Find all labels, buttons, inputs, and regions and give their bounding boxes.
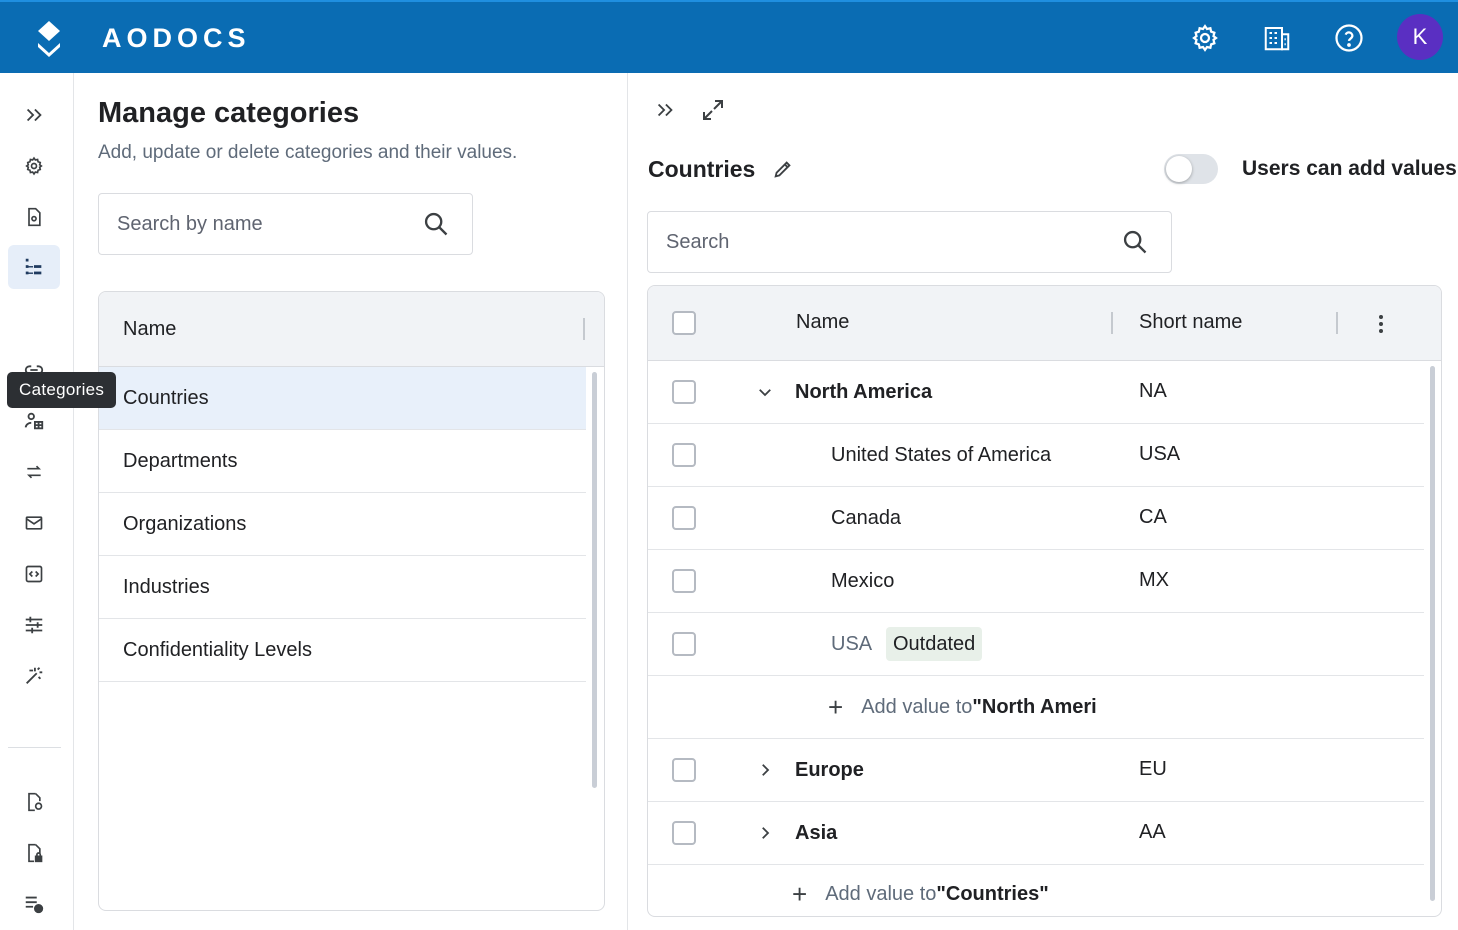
users-can-add-values-toggle[interactable] (1164, 154, 1218, 184)
value-name: Canada (831, 507, 902, 529)
row-checkbox[interactable] (672, 632, 696, 656)
expand-rail-icon[interactable] (8, 93, 60, 137)
rail-divider (8, 747, 61, 748)
value-short-name: EU (1139, 758, 1167, 780)
toggle-label: Users can add values (1242, 157, 1457, 180)
chevron-down-icon[interactable] (752, 379, 778, 405)
values-scrollbar[interactable] (1430, 366, 1435, 901)
category-search-field[interactable] (98, 193, 473, 255)
row-checkbox[interactable] (672, 569, 696, 593)
document-sync-icon[interactable] (8, 780, 60, 824)
category-row-organizations[interactable]: Organizations (99, 493, 586, 556)
sliders-icon[interactable] (8, 603, 60, 647)
categories-table-header: Name (99, 292, 604, 367)
category-title: Countries (648, 156, 756, 182)
add-value-target: "North Ameri (972, 695, 1097, 718)
page-subtitle: Add, update or delete categories and the… (98, 142, 518, 163)
value-name: North America (795, 381, 933, 403)
value-name: USA (831, 633, 873, 655)
value-row-asia[interactable]: Asia AA (648, 802, 1424, 865)
value-name: United States of America (831, 444, 1052, 466)
building-icon[interactable] (1261, 22, 1293, 54)
value-short-name: MX (1139, 569, 1169, 591)
column-resize-handle[interactable] (1336, 312, 1338, 334)
categories-scrollbar[interactable] (592, 372, 597, 788)
settings-icon[interactable] (8, 144, 60, 188)
value-row-canada[interactable]: Canada CA (648, 487, 1424, 550)
value-short-name: CA (1139, 506, 1167, 528)
add-value-countries-button[interactable]: + Add value to "Countries" (792, 874, 1049, 914)
list-clock-icon[interactable] (8, 882, 60, 926)
row-checkbox[interactable] (672, 758, 696, 782)
category-row-confidentiality-levels[interactable]: Confidentiality Levels (99, 619, 586, 682)
categories-tooltip: Categories (7, 372, 117, 408)
outdated-badge: Outdated (886, 627, 983, 661)
value-search-input[interactable] (666, 230, 946, 254)
edit-pencil-icon[interactable] (769, 155, 797, 183)
toggle-knob (1166, 156, 1192, 182)
aodocs-logo-icon[interactable] (34, 19, 64, 59)
page-title: Manage categories (98, 97, 360, 129)
categories-icon[interactable] (8, 245, 60, 289)
category-row-countries[interactable]: Countries (99, 367, 586, 430)
document-lock-icon[interactable] (8, 831, 60, 875)
brand-name: AODOCS (102, 23, 251, 53)
add-value-north-america-button[interactable]: + Add value to "North Ameri (828, 687, 1115, 727)
row-checkbox[interactable] (672, 506, 696, 530)
value-name: Europe (795, 759, 864, 781)
value-row-usa[interactable]: United States of America USA (648, 424, 1424, 487)
row-checkbox[interactable] (672, 821, 696, 845)
column-resize-handle[interactable] (583, 318, 585, 340)
left-navigation-rail: Categories (0, 73, 117, 930)
categories-panel: Manage categories Add, update or delete … (74, 73, 628, 930)
collapse-panel-icon[interactable] (650, 95, 680, 125)
mail-icon[interactable] (8, 501, 60, 545)
row-checkbox[interactable] (672, 380, 696, 404)
chevron-right-icon[interactable] (752, 757, 778, 783)
values-table-header: Name Short name (648, 286, 1441, 361)
plus-icon: + (792, 878, 808, 909)
expand-fullscreen-icon[interactable] (698, 95, 728, 125)
categories-table: Name Countries Departments Organizations… (98, 291, 605, 911)
category-detail-panel: Countries Users can add values Name Shor… (629, 73, 1458, 930)
add-value-row-north-america: + Add value to "North Ameri (648, 676, 1424, 739)
select-all-checkbox[interactable] (672, 311, 696, 335)
category-row-departments[interactable]: Departments (99, 430, 586, 493)
plus-icon: + (828, 691, 844, 722)
magic-wand-icon[interactable] (8, 654, 60, 698)
values-table: Name Short name North America NA United … (647, 285, 1442, 917)
add-value-prefix: Add value to (861, 695, 973, 718)
gear-icon[interactable] (1189, 22, 1221, 54)
category-search-input[interactable] (117, 212, 397, 236)
search-icon[interactable] (1121, 228, 1149, 261)
document-settings-icon[interactable] (8, 195, 60, 239)
value-name: Asia (795, 822, 838, 844)
top-app-bar: AODOCS K (0, 0, 1458, 73)
row-checkbox[interactable] (672, 443, 696, 467)
value-short-name: AA (1139, 821, 1166, 843)
add-value-target: "Countries" (936, 882, 1049, 905)
category-row-industries[interactable]: Industries (99, 556, 586, 619)
column-header-name[interactable]: Name (123, 318, 176, 341)
value-name: Mexico (831, 570, 895, 592)
user-avatar[interactable]: K (1397, 14, 1443, 60)
code-icon[interactable] (8, 552, 60, 596)
column-header-short-name[interactable]: Short name (1139, 311, 1242, 334)
value-search-field[interactable] (647, 211, 1172, 273)
value-short-name: NA (1139, 380, 1167, 402)
chevron-right-icon[interactable] (752, 820, 778, 846)
swap-icon[interactable] (8, 450, 60, 494)
column-resize-handle[interactable] (1111, 312, 1113, 334)
help-icon[interactable] (1333, 22, 1365, 54)
add-value-prefix: Add value to (825, 882, 937, 905)
value-row-mexico[interactable]: Mexico MX (648, 550, 1424, 613)
value-row-europe[interactable]: Europe EU (648, 739, 1424, 802)
value-row-north-america[interactable]: North America NA (648, 361, 1424, 424)
more-options-icon[interactable] (1366, 310, 1396, 338)
value-row-usa-outdated[interactable]: USA Outdated (648, 613, 1424, 676)
search-icon[interactable] (422, 210, 450, 243)
value-short-name: USA (1139, 443, 1181, 465)
column-header-name[interactable]: Name (796, 311, 849, 334)
